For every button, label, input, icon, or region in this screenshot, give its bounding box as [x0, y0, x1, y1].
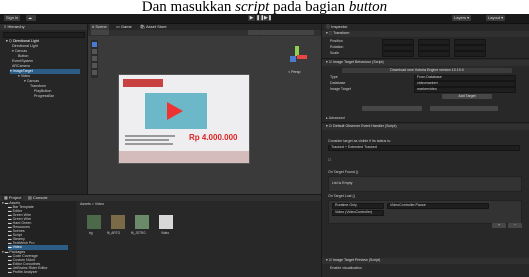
account-button[interactable]: Sign in	[4, 15, 21, 21]
poster-price: Rp 4.000.000	[189, 133, 238, 142]
layers-dropdown[interactable]: Layers ▾	[452, 15, 472, 21]
asset-label: fit_ARTG	[107, 231, 121, 235]
project-tree: ▾ ▬ Assets ▬ Bar Template ▬ Editor ▬ Gre…	[0, 201, 76, 277]
cloud-icon[interactable]: ☁	[26, 15, 36, 21]
asset-label: fit_JSTRG	[131, 231, 146, 235]
pause-icon[interactable]: ❚❚	[256, 15, 264, 21]
scale-tool-icon[interactable]	[92, 63, 97, 68]
database-label: Database	[330, 81, 346, 85]
draw-mode-dropdown[interactable]	[91, 30, 109, 35]
scale-y-field[interactable]	[418, 51, 450, 57]
add-event-button[interactable]: +	[492, 223, 506, 228]
remove-event-button[interactable]: −	[508, 223, 522, 228]
image-target-header[interactable]: ▾ ☑ Image Target Behaviour (Script)	[322, 60, 529, 66]
tools-strip	[91, 40, 98, 78]
unity-editor: Sign in ☁ ▶ ❚❚ ▶❚ Layers ▾ Layout ▾ ≡ Hi…	[0, 14, 529, 277]
image-target-label: ▾ ☑ Image Target Behaviour (Script)	[326, 60, 384, 64]
image-target-field-label: Image Target	[330, 87, 351, 91]
project-breadcrumb[interactable]: Assets > Video	[80, 202, 104, 207]
image-target-preview-header[interactable]: ▾ ☑ Image Target Preview (Script)	[322, 258, 529, 264]
caption-text: Dan masukkan script pada bagian button	[0, 0, 529, 14]
asset-thumbnail[interactable]	[87, 215, 101, 229]
transform-label: ▾ ⬚ Transform	[326, 31, 350, 35]
layout-dropdown[interactable]: Layout ▾	[486, 15, 506, 21]
poster-footer	[119, 151, 249, 163]
hierarchy-item[interactable]: ProgressBar	[34, 94, 54, 99]
found-event-list[interactable]: List is Empty	[328, 176, 522, 192]
asset-label: bg	[89, 231, 93, 235]
asset-thumbnail[interactable]	[159, 215, 173, 229]
scale-z-field[interactable]	[454, 51, 486, 57]
rotate-tool-icon[interactable]	[92, 56, 97, 61]
status-dropdown[interactable]: Tracked + Extended Tracked	[328, 145, 520, 151]
play-triangle-icon	[167, 102, 183, 120]
project-tree-item[interactable]: ▬ Profile Analyzer	[8, 270, 38, 275]
consider-label: Consider target as visible if its status…	[328, 139, 391, 143]
left-action-button[interactable]	[362, 106, 422, 111]
poster-banner	[123, 79, 163, 87]
download-vuforia-button[interactable]: Download new Vuforia Engine version 10.1…	[342, 68, 512, 73]
main-toolbar: Sign in ☁ ▶ ❚❚ ▶❚ Layers ▾ Layout ▾	[0, 14, 529, 24]
type-label: Type	[330, 75, 338, 79]
function-dropdown[interactable]: VideoController.Pause	[387, 203, 489, 209]
list-empty-label: List is Empty	[332, 181, 353, 185]
scene-toolbar	[88, 30, 321, 36]
asset-label: Video	[161, 231, 170, 235]
persp-label[interactable]: < Persp	[288, 70, 301, 75]
hand-tool-icon[interactable]	[92, 42, 97, 47]
scale-label: Scale	[330, 51, 339, 55]
add-target-button[interactable]: Add Target	[442, 94, 492, 99]
rect-tool-icon[interactable]	[92, 70, 97, 75]
inspector-panel: ⓘ Inspector ▾ ⬚ Transform Position Rotat…	[322, 24, 529, 277]
gizmos-button[interactable]	[248, 30, 260, 35]
hierarchy-search-input[interactable]	[3, 32, 85, 38]
step-icon[interactable]: ▶❚	[264, 15, 272, 21]
image-target-poster[interactable]: Rp 4.000.000	[118, 74, 250, 164]
tab-hierarchy[interactable]: ≡ Hierarchy	[2, 24, 27, 30]
use-preview-toggle[interactable]: ☐	[328, 158, 331, 163]
position-label: Position	[330, 39, 343, 43]
separator	[322, 58, 529, 59]
image-target-dropdown[interactable]: markervideo	[414, 87, 516, 93]
asset-thumbnail[interactable]	[135, 215, 149, 229]
scene-search-input[interactable]	[260, 30, 314, 35]
poster-text-line	[125, 139, 169, 141]
asset-thumbnail[interactable]	[111, 215, 125, 229]
move-tool-icon[interactable]	[92, 49, 97, 54]
inspector-tab-bar: ⓘ Inspector	[322, 24, 529, 30]
hierarchy-panel: ≡ Hierarchy ▾ ⬡ Directional Light Direct…	[0, 24, 87, 194]
advanced-foldout[interactable]: ▸ Advanced	[326, 116, 345, 121]
poster-text-line	[125, 143, 173, 145]
hierarchy-tab-bar: ≡ Hierarchy	[0, 24, 87, 30]
play-icon[interactable]: ▶	[248, 15, 255, 21]
observer-handler-label: ▾ ☑ Default Observer Event Handler (Scri…	[326, 124, 397, 128]
poster-text-line	[125, 135, 175, 137]
transform-header[interactable]: ▾ ⬚ Transform	[322, 31, 529, 37]
on-target-found-label: On Target Found ()	[328, 170, 359, 174]
project-assets-area: Assets > Video bg fit_ARTG fit_JSTRG Vid…	[77, 201, 321, 277]
lost-event-list[interactable]: Runtime Only VideoController.Pause Video…	[328, 200, 522, 224]
object-field[interactable]: Video (VideoController)	[332, 210, 384, 216]
scale-x-field[interactable]	[382, 51, 414, 57]
separator	[322, 122, 529, 123]
tab-inspector[interactable]: ⓘ Inspector	[324, 24, 350, 30]
enable-visualization-label: Enable visualization	[330, 266, 362, 270]
runtime-dropdown[interactable]: Runtime Only	[332, 203, 384, 209]
scene-panel: # Scene ▭ Game 🛍 Asset Store Rp 4.000.00…	[88, 24, 321, 194]
scene-gizmo[interactable]	[286, 46, 308, 68]
image-target-preview-label: ▾ ☑ Image Target Preview (Script)	[326, 258, 381, 262]
rotation-label: Rotation	[330, 45, 344, 49]
observer-handler-header[interactable]: ▾ ☑ Default Observer Event Handler (Scri…	[322, 124, 529, 130]
on-target-lost-label: On Target Lost ()	[328, 194, 355, 198]
project-panel: ▦ Project ▤ Console ▾ ▬ Assets ▬ Bar Tem…	[0, 195, 321, 277]
right-action-button[interactable]	[430, 106, 498, 111]
